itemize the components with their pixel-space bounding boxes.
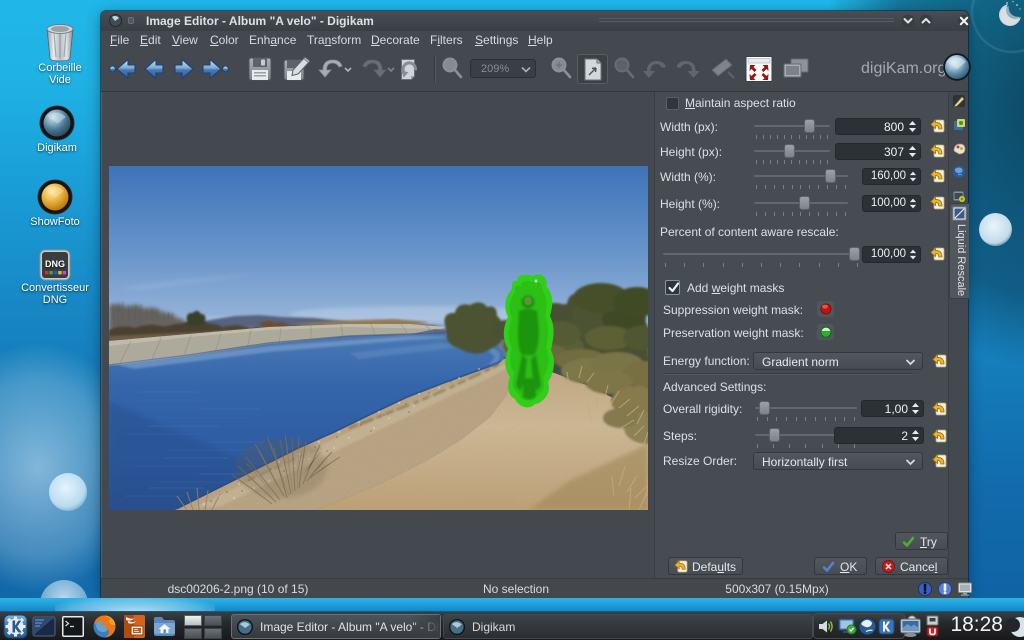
svg-text:DNG: DNG [45, 259, 65, 269]
